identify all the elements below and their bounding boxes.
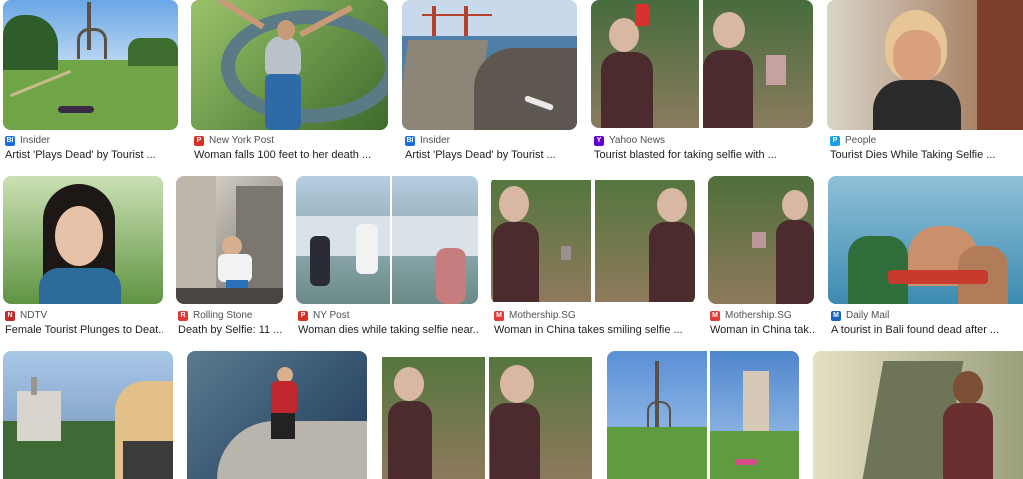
people-favicon-icon: P [830, 135, 840, 146]
nypost-favicon-icon: P [298, 310, 308, 321]
ndtv-favicon-icon: N [5, 310, 15, 321]
result-source[interactable]: New York Post [209, 135, 274, 146]
result-caption[interactable]: A tourist in Bali found dead after ... [831, 324, 1023, 336]
result-caption[interactable]: Woman falls 100 feet to her death ... [194, 149, 388, 161]
result-tile[interactable]: P New York Post Woman falls 100 feet to … [191, 0, 388, 165]
rollingstone-favicon-icon: R [178, 310, 188, 321]
result-source[interactable]: Daily Mail [846, 310, 889, 321]
nypost-favicon-icon: P [194, 135, 204, 146]
result-tile[interactable]: N NDTV Female Tourist Plunges to Deat... [3, 176, 163, 341]
result-source[interactable]: Mothership.SG [725, 310, 792, 321]
result-tile[interactable]: P NY Post Woman dies while taking selfie… [296, 176, 478, 341]
result-caption[interactable]: Woman in China tak... [710, 324, 814, 336]
result-source[interactable]: Insider [420, 135, 450, 146]
result-thumbnail[interactable] [402, 0, 577, 130]
result-tile[interactable]: M Mothership.SG Woman in China tak... [708, 176, 814, 341]
result-source[interactable]: NDTV [20, 310, 47, 321]
result-tile[interactable] [607, 351, 799, 479]
result-thumbnail[interactable] [708, 176, 814, 304]
result-thumbnail[interactable] [828, 176, 1023, 304]
result-tile[interactable]: M Mothership.SG Woman in China takes smi… [491, 176, 695, 341]
result-source[interactable]: Insider [20, 135, 50, 146]
result-source[interactable]: People [845, 135, 876, 146]
result-thumbnail[interactable] [3, 351, 173, 479]
result-caption[interactable]: Woman dies while taking selfie near... [298, 324, 478, 336]
result-thumbnail[interactable] [827, 0, 1023, 130]
result-caption[interactable]: Woman in China takes smiling selfie ... [494, 324, 695, 336]
result-tile[interactable] [3, 351, 173, 479]
result-source[interactable]: NY Post [313, 310, 350, 321]
result-caption[interactable]: Death by Selfie: 11 ... [178, 324, 283, 336]
result-tile[interactable]: BI Insider Artist 'Plays Dead' by Touris… [402, 0, 577, 165]
insider-favicon-icon: BI [405, 135, 415, 146]
mothership-favicon-icon: M [494, 310, 504, 321]
result-source[interactable]: Mothership.SG [509, 310, 576, 321]
result-tile[interactable] [187, 351, 367, 479]
result-thumbnail[interactable] [296, 176, 478, 304]
result-tile[interactable]: R Rolling Stone Death by Selfie: 11 ... [176, 176, 283, 341]
result-tile[interactable]: Y Yahoo News Tourist blasted for taking … [591, 0, 813, 165]
result-tile[interactable]: M Daily Mail A tourist in Bali found dea… [828, 176, 1023, 341]
result-tile[interactable] [813, 351, 1023, 479]
result-thumbnail[interactable] [491, 176, 695, 304]
result-thumbnail[interactable] [187, 351, 367, 479]
yahoo-favicon-icon: Y [594, 135, 604, 146]
dailymail-favicon-icon: M [831, 310, 841, 321]
result-thumbnail[interactable] [3, 176, 163, 304]
result-thumbnail[interactable] [176, 176, 283, 304]
result-source[interactable]: Yahoo News [609, 135, 665, 146]
result-tile[interactable] [382, 351, 592, 479]
result-caption[interactable]: Artist 'Plays Dead' by Tourist ... [5, 149, 177, 161]
result-caption[interactable]: Tourist Dies While Taking Selfie ... [830, 149, 1023, 161]
result-thumbnail[interactable] [3, 0, 178, 130]
result-thumbnail[interactable] [607, 351, 799, 479]
result-thumbnail[interactable] [191, 0, 388, 130]
result-caption[interactable]: Tourist blasted for taking selfie with .… [594, 149, 813, 161]
result-thumbnail[interactable] [813, 351, 1023, 479]
result-tile[interactable]: P People Tourist Dies While Taking Selfi… [827, 0, 1023, 165]
insider-favicon-icon: BI [5, 135, 15, 146]
result-source[interactable]: Rolling Stone [193, 310, 252, 321]
result-thumbnail[interactable] [591, 0, 813, 128]
result-caption[interactable]: Female Tourist Plunges to Deat... [5, 324, 163, 336]
mothership-favicon-icon: M [710, 310, 720, 321]
result-caption[interactable]: Artist 'Plays Dead' by Tourist ... [405, 149, 577, 161]
result-tile[interactable]: BI Insider Artist 'Plays Dead' by Touris… [3, 0, 178, 165]
result-thumbnail[interactable] [382, 351, 592, 479]
